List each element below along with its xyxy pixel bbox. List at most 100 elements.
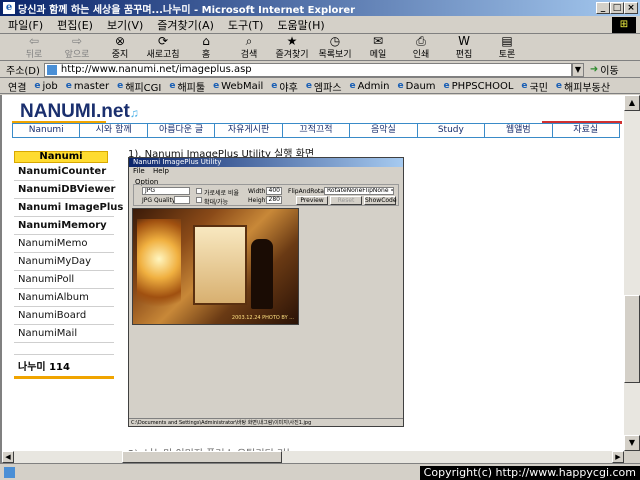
- search-button[interactable]: ⌕ 검색: [229, 35, 269, 61]
- link-job[interactable]: e job: [34, 81, 57, 92]
- menu-tools[interactable]: 도구(T): [228, 17, 264, 33]
- keep-ratio-label: 가로세로 비율: [204, 190, 240, 197]
- scroll-down-icon[interactable]: ▼: [624, 435, 640, 451]
- link-admin[interactable]: e Admin: [350, 81, 390, 92]
- refresh-button[interactable]: ⟳ 새로고침: [143, 35, 183, 61]
- sidebar-item-myday[interactable]: NanumiMyDay: [14, 253, 114, 271]
- link-master[interactable]: e master: [66, 81, 109, 92]
- nav-music[interactable]: 음악실: [350, 124, 418, 137]
- link-happycgi[interactable]: e 해피CGI: [117, 79, 161, 94]
- page-icon: [46, 64, 57, 75]
- app-menu-file[interactable]: File: [133, 167, 145, 175]
- ie-link-icon: e: [305, 81, 312, 91]
- sidebar-item-dbviewer[interactable]: NanumiDBViewer: [14, 181, 115, 199]
- nav-web-album[interactable]: 웹앨범: [485, 124, 553, 137]
- horizontal-scroll-thumb[interactable]: [122, 451, 282, 463]
- sidebar-item-poll[interactable]: NanumiPoll: [14, 271, 114, 289]
- vertical-scroll-thumb[interactable]: [624, 295, 640, 383]
- windows-logo-icon: ⊞: [612, 17, 636, 33]
- history-button[interactable]: ◷ 목록보기: [315, 35, 355, 61]
- sidebar-item-counter[interactable]: NanumiCounter: [14, 163, 114, 181]
- ie-link-icon: e: [117, 81, 124, 91]
- link-happytool[interactable]: e 해피툴: [169, 79, 205, 94]
- showcode-button[interactable]: ShowCode: [364, 196, 397, 205]
- favorites-button[interactable]: ★ 즐겨찾기: [272, 35, 312, 61]
- discuss-button[interactable]: ▤ 토론: [487, 35, 527, 61]
- window-title: 당신과 함께 하는 세상을 꿈꾸며...나누미 - Microsoft Inte…: [18, 4, 356, 16]
- address-dropdown-icon[interactable]: ▼: [571, 62, 584, 77]
- sidebar-item-board[interactable]: NanumiBoard: [14, 307, 114, 325]
- horizontal-scrollbar[interactable]: ◀ ▶: [2, 451, 624, 463]
- links-label: 연결: [8, 82, 27, 94]
- print-button[interactable]: ⎙ 인쇄: [401, 35, 441, 61]
- ie-link-icon: e: [443, 81, 450, 91]
- window-title-bar: e 당신과 함께 하는 세상을 꿈꾸며...나누미 - Microsoft In…: [0, 0, 640, 16]
- scroll-right-icon[interactable]: ▶: [612, 451, 624, 463]
- maximize-button[interactable]: □: [610, 2, 624, 14]
- forward-button[interactable]: ⇨ 앞으로: [57, 35, 97, 61]
- vertical-scrollbar[interactable]: ▲ ▼: [624, 95, 640, 451]
- ie-link-icon: e: [555, 81, 563, 91]
- mail-button[interactable]: ✉ 메일: [358, 35, 398, 61]
- format-select[interactable]: JPG: [142, 187, 190, 195]
- minimize-button[interactable]: _: [596, 2, 610, 14]
- preview-button[interactable]: Preview: [296, 196, 328, 205]
- height-input[interactable]: 280: [266, 196, 282, 204]
- go-button[interactable]: ➜ 이동: [590, 62, 619, 77]
- menu-view[interactable]: 보기(V): [107, 17, 143, 33]
- nav-scribble[interactable]: 끄적끄적: [283, 124, 351, 137]
- nav-writing[interactable]: 아름다운 글: [148, 124, 216, 137]
- link-yahoo[interactable]: e 야후: [271, 79, 298, 94]
- links-bar: 연결 e job e master e 해피CGI e 해피툴 e WebMail e 야후…: [0, 79, 640, 94]
- address-url: http://www.nanumi.net/imageplus.asp: [60, 64, 252, 75]
- sidebar-item-imageplus[interactable]: Nanumi ImagePlus: [14, 199, 123, 217]
- sidebar-item-114[interactable]: 나누미 114: [14, 359, 114, 379]
- app-menu: File Help: [129, 167, 403, 176]
- address-input[interactable]: http://www.nanumi.net/imageplus.asp: [43, 62, 572, 77]
- menu-help[interactable]: 도움말(H): [277, 17, 324, 33]
- width-input[interactable]: 400: [266, 187, 282, 195]
- sidebar-header: Nanumi: [14, 151, 108, 163]
- reset-button[interactable]: Reset: [330, 196, 362, 205]
- quality-input[interactable]: [174, 196, 190, 204]
- link-webmail[interactable]: e WebMail: [213, 81, 263, 92]
- music-note-icon: ♫: [129, 106, 139, 120]
- nav-study[interactable]: Study: [418, 124, 486, 137]
- keep-ratio-checkbox[interactable]: [196, 188, 202, 194]
- nav-archive[interactable]: 자료실: [553, 124, 619, 137]
- sidebar-item-memory[interactable]: NanumiMemory: [14, 217, 114, 235]
- menu-edit[interactable]: 편집(E): [57, 17, 93, 33]
- zoom-checkbox[interactable]: [196, 197, 202, 203]
- forward-arrow-icon: ⇨: [71, 34, 83, 48]
- flip-select[interactable]: RotateNoneFlipNone = 0: [324, 187, 394, 195]
- menu-file[interactable]: 파일(F): [8, 17, 43, 33]
- edit-button[interactable]: W 편집: [444, 35, 484, 61]
- link-daum[interactable]: e Daum: [398, 81, 436, 92]
- stop-button[interactable]: ⊗ 중지: [100, 35, 140, 61]
- back-button[interactable]: ⇦ 뒤로: [14, 35, 54, 61]
- home-button[interactable]: ⌂ 홈: [186, 35, 226, 61]
- site-logo[interactable]: NANUMI.net♫: [20, 101, 139, 123]
- photo-stamp: 2003.12.24 PHOTO BY ...: [231, 315, 294, 321]
- menu-favorites[interactable]: 즐겨찾기(A): [157, 17, 214, 33]
- option-group: JPG JPG Quality 가로세로 비율 확대/가능 Width 400 …: [133, 184, 399, 206]
- scroll-left-icon[interactable]: ◀: [2, 451, 14, 463]
- height-label: Height: [248, 197, 268, 204]
- site-nav: Nanumi 시와 함께 아름다운 글 자유게시판 끄적끄적 음악실 Study…: [12, 123, 620, 138]
- link-empas[interactable]: e 엠파스: [306, 79, 342, 94]
- sidebar-item-mail[interactable]: NanumiMail: [14, 325, 114, 343]
- link-phpschool[interactable]: e PHPSCHOOL: [444, 81, 514, 92]
- close-button[interactable]: ×: [624, 2, 638, 14]
- nav-free-board[interactable]: 자유게시판: [215, 124, 283, 137]
- print-icon: ⎙: [416, 34, 426, 48]
- link-happyrealty[interactable]: e 해피부동산: [556, 79, 610, 94]
- edit-icon: W: [458, 34, 470, 48]
- link-kookmin[interactable]: e 국민: [521, 79, 548, 94]
- app-menu-help[interactable]: Help: [153, 167, 169, 175]
- nav-poetry[interactable]: 시와 함께: [80, 124, 148, 137]
- sidebar-item-album[interactable]: NanumiAlbum: [14, 289, 114, 307]
- status-bar: Copyright(c) http://www.happycgi.com: [0, 463, 640, 480]
- nav-nanumi[interactable]: Nanumi: [13, 124, 81, 137]
- sidebar-item-memo[interactable]: NanumiMemo: [14, 235, 114, 253]
- scroll-up-icon[interactable]: ▲: [624, 95, 640, 111]
